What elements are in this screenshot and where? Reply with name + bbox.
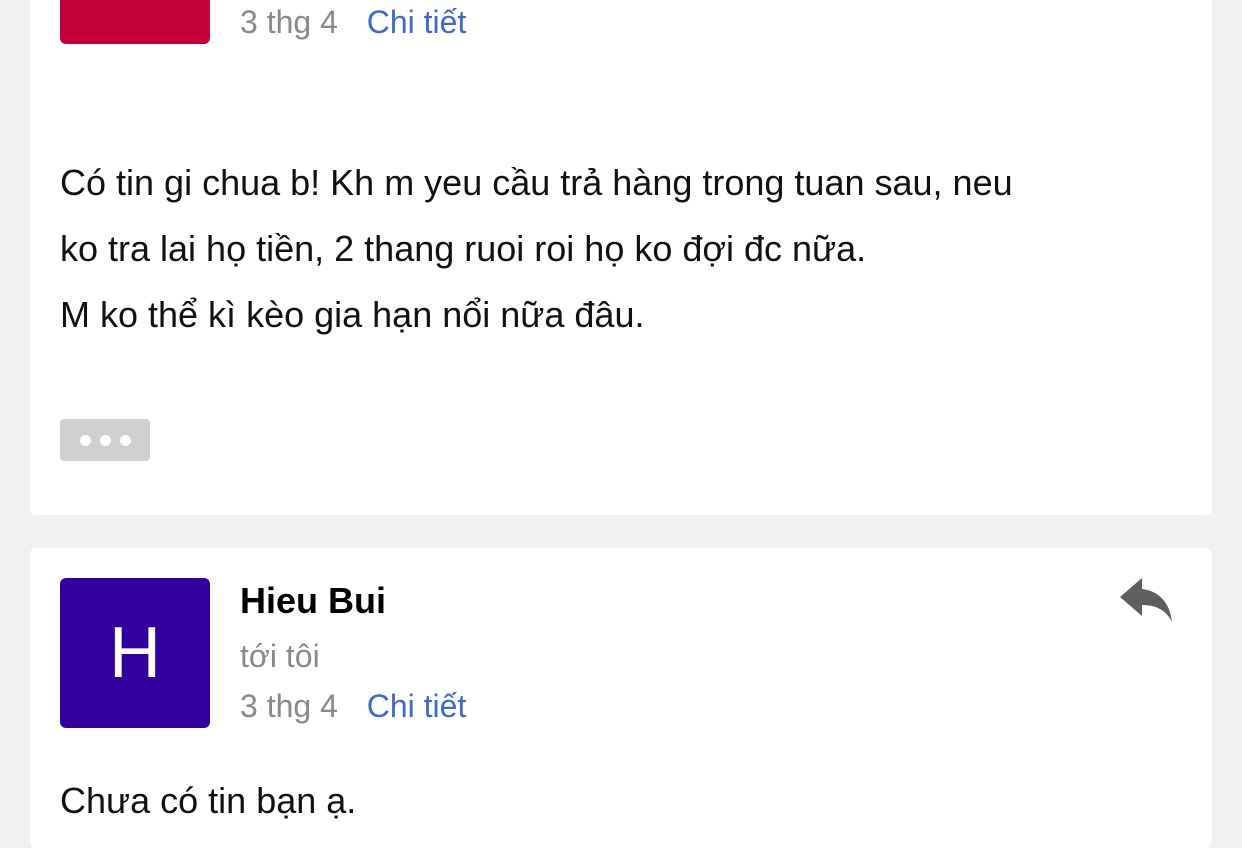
sender-name[interactable]: Hieu Bui xyxy=(240,580,386,622)
details-link[interactable]: Chi tiết xyxy=(367,4,467,40)
message-meta: 3 thg 4 Chi tiết xyxy=(240,688,466,725)
reply-icon xyxy=(1120,578,1172,622)
message-card: 3 thg 4 Chi tiết Có tin gi chua b! Kh m … xyxy=(30,0,1212,515)
details-link[interactable]: Chi tiết xyxy=(367,688,467,724)
message-body-line: Có tin gi chua b! Kh m yeu cầu trả hàng … xyxy=(60,162,1013,203)
sender-avatar[interactable]: H xyxy=(60,578,210,728)
sender-avatar[interactable] xyxy=(60,0,210,44)
message-body-line: ko tra lai họ tiền, 2 thang ruoi roi họ … xyxy=(60,228,867,269)
show-trimmed-content-button[interactable] xyxy=(60,419,150,461)
message-body: Chưa có tin bạn ạ. xyxy=(60,768,1190,834)
ellipsis-icon xyxy=(99,434,111,446)
recipient-line[interactable]: tới tôi xyxy=(240,638,320,675)
message-card: H Hieu Bui tới tôi 3 thg 4 Chi tiết Chưa… xyxy=(30,548,1212,848)
reply-button[interactable] xyxy=(1116,574,1176,628)
ellipsis-icon xyxy=(119,434,131,446)
message-body: Có tin gi chua b! Kh m yeu cầu trả hàng … xyxy=(60,150,1190,348)
message-date: 3 thg 4 xyxy=(240,688,338,724)
message-body-line: Chưa có tin bạn ạ. xyxy=(60,780,357,821)
message-body-line: M ko thể kì kèo gia hạn nổi nữa đâu. xyxy=(60,294,645,335)
message-date: 3 thg 4 xyxy=(240,4,338,40)
ellipsis-icon xyxy=(79,434,91,446)
message-meta: 3 thg 4 Chi tiết xyxy=(240,4,466,41)
